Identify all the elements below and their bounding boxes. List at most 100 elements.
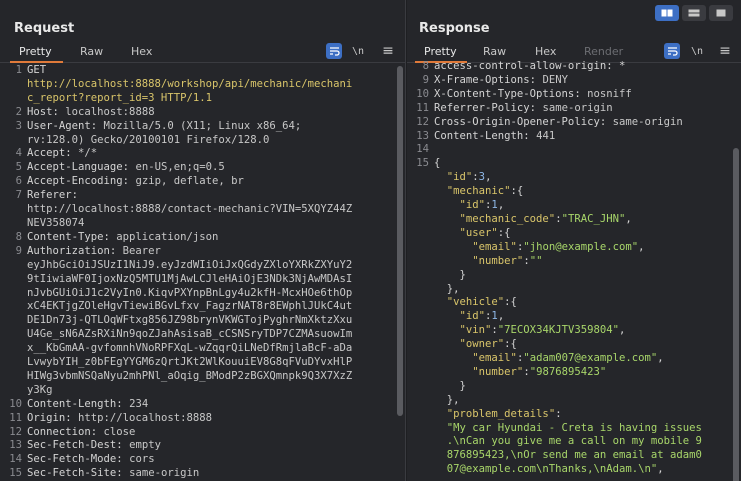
single-pane-icon — [716, 9, 726, 17]
line-number — [0, 314, 27, 328]
code-line: 07@example.com\nThanks,\nAdam.\n", — [407, 463, 731, 477]
line-number — [0, 370, 27, 384]
line-number — [407, 422, 434, 436]
line-number: 6 — [15, 175, 22, 188]
line-content: Sec-Fetch-Mode: cors — [27, 453, 395, 467]
code-token: , — [497, 310, 505, 323]
line-content: 9tIiwiaWF0IjoxNzQ5MTU1MjAwLCJleHAiOjE3ND… — [27, 273, 395, 287]
line-number — [407, 283, 434, 297]
code-line: rv:128.0) Gecko/20100101 Firefox/128.0 — [0, 134, 395, 148]
code-line: "id":3, — [407, 171, 731, 185]
code-line: LvwybYIH_z0bFEgYYGM6zQrtJKt2WlKouuiEV8G8… — [0, 356, 395, 370]
line-content: Cross-Origin-Opener-Policy: same-origin — [434, 116, 731, 130]
response-scrollbar[interactable] — [731, 64, 741, 481]
code-token: X-Frame-Options: — [434, 73, 543, 86]
line-content: Authorization: Bearer — [27, 245, 395, 259]
code-line: 11 Origin: http://localhost:8888 — [0, 412, 395, 426]
line-content: .\nCan you give me a call on my mobile 9 — [434, 435, 731, 449]
layout-stacked-button[interactable] — [682, 5, 706, 21]
code-token: NEV358074 — [27, 216, 85, 229]
code-token: Origin: — [27, 411, 79, 424]
line-content: Accept: */* — [27, 147, 395, 161]
code-token: } — [434, 268, 466, 281]
code-token: :{ — [504, 338, 517, 351]
code-line: 2 Host: localhost:8888 — [0, 106, 395, 120]
request-menu-icon[interactable]: ≡ — [380, 43, 396, 59]
request-scrollbar[interactable] — [395, 64, 405, 481]
code-line: y3Kg — [0, 384, 395, 398]
response-menu-icon[interactable]: ≡ — [717, 43, 733, 59]
request-tab-raw[interactable]: Raw — [80, 45, 103, 58]
code-token: nJvbGUiOiJ1c2VyIn0.KiqvPXYnpBnLgy4u2kfH-… — [27, 286, 353, 299]
line-number — [407, 185, 434, 199]
line-number — [0, 384, 27, 398]
line-content: eyJhbGciOiJSUzI1NiJ9.eyJzdWIiOiJxQGdyZXl… — [27, 259, 395, 273]
code-line: }, — [407, 394, 731, 408]
line-number: 10 — [416, 87, 429, 100]
line-content: LvwybYIH_z0bFEgYYGM6zQrtJKt2WlKouuiEV8G8… — [27, 356, 395, 370]
line-content: GET — [27, 64, 395, 78]
line-content: X-Frame-Options: DENY — [434, 74, 731, 88]
code-token: Content-Type: — [27, 230, 117, 243]
layout-single-button[interactable] — [709, 5, 733, 21]
code-token: "" — [529, 254, 543, 267]
line-content: 876895423,\nOr send me an email at adam0 — [434, 449, 731, 463]
code-token: c_report?report_id=3 HTTP/1.1 — [27, 91, 212, 104]
line-number — [407, 394, 434, 408]
show-newlines-icon[interactable]: \n — [350, 43, 366, 59]
code-line: 15 Sec-Fetch-Site: same-origin — [0, 467, 395, 481]
response-scroll-thumb[interactable] — [733, 148, 739, 481]
request-editor[interactable]: 1 GET http://localhost:8888/workshop/api/m… — [0, 64, 395, 481]
code-line: 5 Accept-Language: en-US,en;q=0.5 — [0, 161, 395, 175]
response-tab-render[interactable]: Render — [584, 45, 623, 58]
wrap-lines-icon[interactable] — [326, 43, 342, 59]
request-scroll-thumb[interactable] — [397, 66, 403, 416]
line-content: DE1Dn73j-QTLOqWFtxg856JZ98brynVKWGTojPyg… — [27, 314, 395, 328]
request-tab-pretty[interactable]: Pretty — [19, 45, 52, 58]
layout-side-by-side-button[interactable] — [655, 5, 679, 21]
line-content: c_report?report_id=3 HTTP/1.1 — [27, 92, 395, 106]
code-token: X-Content-Type-Options: — [434, 87, 588, 100]
response-show-newlines-icon[interactable]: \n — [689, 43, 705, 59]
line-number: 11 — [416, 101, 429, 114]
line-number — [0, 273, 27, 287]
request-active-tab-indicator — [10, 61, 63, 63]
response-title: Response — [419, 21, 490, 36]
line-content: "vin":"7ECOX34KJTV359804", — [434, 324, 731, 338]
code-line: xC4EKTjgZOleHgvTiewiBGvLfxv_FagzrNAT8r8E… — [0, 300, 395, 314]
line-content: }, — [434, 394, 731, 408]
code-line: 15 { — [407, 157, 731, 171]
code-token: "number" — [472, 365, 524, 378]
line-number — [407, 227, 434, 241]
response-tab-pretty[interactable]: Pretty — [424, 45, 457, 58]
code-token: 234 — [129, 397, 149, 410]
line-number: 3 — [15, 119, 22, 132]
code-token: 9tIiwiaWF0IjoxNzQ5MTU1MjAwLCJleHAiOjE3ND… — [27, 272, 353, 285]
response-tab-hex[interactable]: Hex — [535, 45, 556, 58]
response-editor[interactable]: 8 access-control-allow-origin: * 9 X-Frame-… — [407, 60, 731, 481]
code-token: User-Agent: — [27, 119, 104, 132]
code-token: { — [434, 157, 441, 170]
response-header: Response — [407, 0, 741, 42]
code-line: 9 X-Frame-Options: DENY — [407, 74, 731, 88]
line-number: 14 — [416, 143, 429, 156]
line-number: 15 — [416, 157, 429, 170]
response-wrap-lines-icon[interactable] — [664, 43, 680, 59]
code-token: :{ — [497, 226, 511, 239]
line-number — [407, 269, 434, 283]
line-number — [407, 296, 434, 310]
line-content: "mechanic_code":"TRAC_JHN", — [434, 213, 731, 227]
code-token: Cross-Origin-Opener-Policy: — [434, 115, 613, 128]
line-number — [407, 435, 434, 449]
code-token: "number" — [472, 254, 524, 267]
response-tab-raw[interactable]: Raw — [483, 45, 506, 58]
request-tab-hex[interactable]: Hex — [131, 45, 152, 58]
line-number — [0, 203, 27, 217]
line-content: "id":1, — [434, 310, 731, 324]
code-token: "adam007@example.com" — [523, 352, 658, 365]
code-token: , — [657, 352, 664, 365]
